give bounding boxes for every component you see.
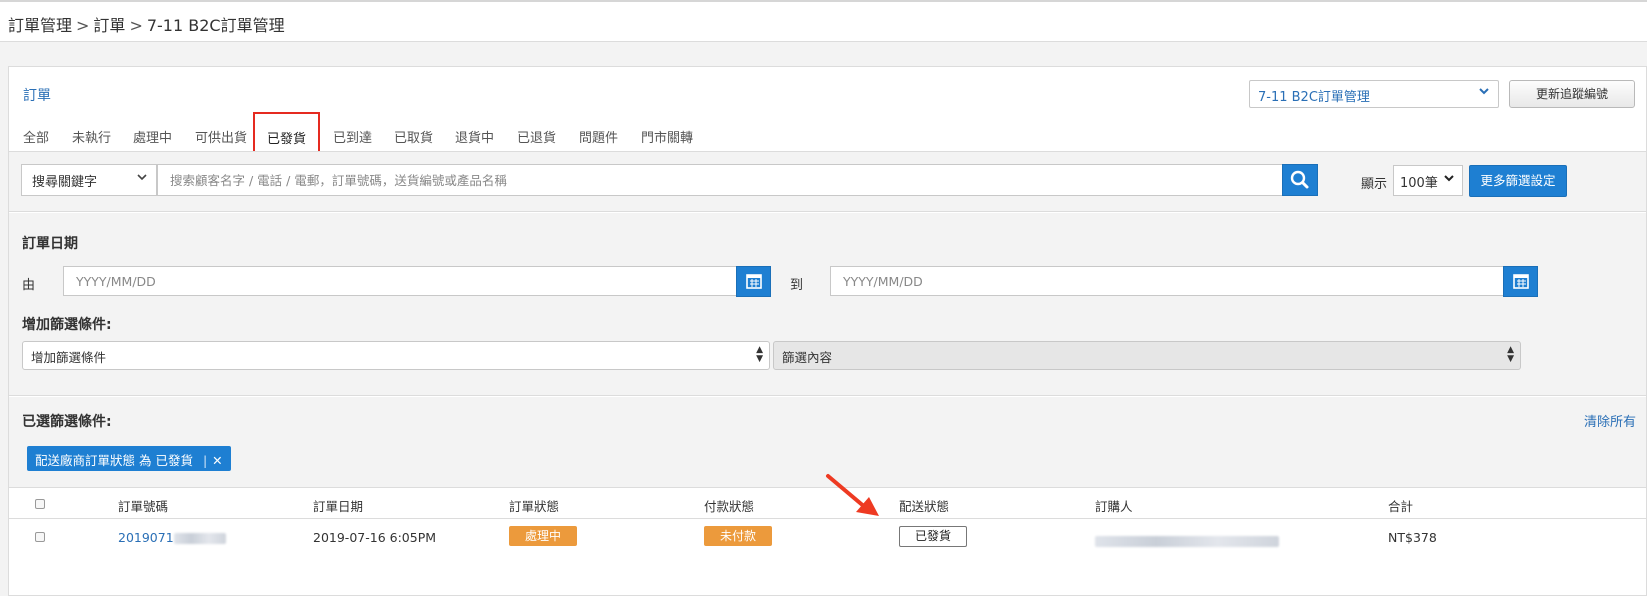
filter-condition-select[interactable]: 增加篩選條件 ▲ ▼ (22, 341, 770, 370)
chevron-down-icon (1478, 85, 1490, 100)
breadcrumb-item-orders[interactable]: 訂單 (93, 16, 125, 35)
search-bar: 搜尋關鍵字 顯示 100筆 更多篩選設定 (9, 152, 1646, 212)
keyword-type-select[interactable]: 搜尋關鍵字 (21, 164, 157, 196)
search-input[interactable] (157, 164, 1283, 196)
to-date-calendar-button[interactable] (1503, 266, 1538, 297)
breadcrumb-separator: > (129, 16, 143, 35)
red-arrow-annotation (826, 474, 879, 516)
chevron-down-icon (1443, 172, 1455, 187)
show-label: 顯示 (1361, 177, 1388, 192)
chosen-filters-title: 已選篩選條件: (22, 414, 112, 430)
filter-chip: 配送廠商訂單狀態 為 已發貨 | ✕ (27, 446, 231, 471)
breadcrumb: 訂單管理 > 訂單 >7-11 B2C訂單管理 (8, 12, 285, 36)
filter-chip-label: 配送廠商訂單狀態 為 已發貨 (35, 453, 193, 468)
tab-picked-up[interactable]: 已取貨 (394, 127, 433, 146)
header-order-status[interactable]: 訂單狀態 (509, 496, 559, 515)
order-type-value: 7-11 B2C訂單管理 (1258, 90, 1370, 105)
calendar-icon (1504, 274, 1537, 300)
order-status-badge: 處理中 (509, 526, 577, 546)
up-down-arrows-icon: ▲ ▼ (1507, 345, 1514, 364)
order-date: 2019-07-16 6:05PM (313, 530, 437, 545)
breadcrumb-separator: > (76, 16, 90, 35)
update-tracking-button[interactable]: 更新追蹤編號 (1509, 80, 1635, 108)
from-date-input[interactable] (63, 266, 737, 296)
tab-processing[interactable]: 處理中 (133, 127, 172, 146)
more-filters-button[interactable]: 更多篩選設定 (1469, 165, 1567, 197)
row-checkbox[interactable] (35, 532, 45, 542)
header-payment-status[interactable]: 付款狀態 (704, 496, 754, 515)
tab-returning[interactable]: 退貨中 (455, 127, 494, 146)
search-icon (1283, 170, 1317, 199)
order-number: 2019071 (118, 530, 174, 545)
header-order-number[interactable]: 訂單號碼 (118, 496, 168, 515)
filter-content-select[interactable]: 篩選內容 ▲ ▼ (773, 341, 1521, 370)
tab-problem[interactable]: 問題件 (579, 127, 618, 146)
tab-returned[interactable]: 已退貨 (517, 127, 556, 146)
filter-condition-value: 增加篩選條件 (31, 350, 107, 365)
tab-arrived[interactable]: 已到達 (333, 127, 372, 146)
top-bar: 訂單管理 > 訂單 >7-11 B2C訂單管理 (0, 0, 1647, 42)
search-button[interactable] (1282, 164, 1318, 196)
add-filter-title: 增加篩選條件: (22, 317, 112, 333)
keyword-type-value: 搜尋關鍵字 (32, 175, 98, 190)
delivery-status-badge: 已發貨 (899, 526, 967, 547)
page-size-value: 100筆 (1400, 176, 1438, 191)
filter-section: 訂單日期 由 到 增加篩選條件: 增加篩選條件 ▲▼ 篩選內容 ▲▼ (9, 213, 1646, 396)
header-delivery-status[interactable]: 配送狀態 (899, 496, 949, 515)
order-date-title: 訂單日期 (22, 236, 78, 252)
clear-all-link[interactable]: 清除所有 (1584, 411, 1636, 430)
tab-store-closed[interactable]: 門市關轉 (641, 127, 693, 146)
order-type-select[interactable]: 7-11 B2C訂單管理 (1249, 80, 1499, 108)
to-date-input[interactable] (830, 266, 1504, 296)
select-all-checkbox[interactable] (35, 499, 45, 509)
payment-status-badge: 未付款 (704, 526, 772, 546)
buyer-name-redacted (1095, 533, 1279, 548)
close-icon[interactable]: ✕ (212, 453, 222, 468)
filter-content-value: 篩選內容 (782, 350, 833, 365)
order-total: NT$378 (1388, 530, 1437, 545)
order-number-link[interactable]: 2019071 (118, 530, 226, 545)
chevron-down-icon (136, 171, 148, 186)
header-order-date[interactable]: 訂單日期 (313, 496, 363, 515)
breadcrumb-item-current: 7-11 B2C訂單管理 (146, 16, 285, 35)
page-size-select[interactable]: 100筆 (1393, 165, 1463, 196)
up-down-arrows-icon: ▲ ▼ (756, 345, 763, 364)
table-row: 2019071 2019-07-16 6:05PM 處理中 未付款 已發貨 NT… (9, 520, 1646, 556)
header-total[interactable]: 合計 (1388, 496, 1413, 515)
redacted-text (173, 533, 226, 544)
breadcrumb-item-order-management[interactable]: 訂單管理 (8, 16, 72, 35)
panel-title: 訂單 (23, 88, 51, 104)
to-label: 到 (790, 278, 804, 293)
calendar-icon (737, 274, 770, 300)
tab-ready-to-ship[interactable]: 可供出貨 (195, 127, 247, 146)
header-buyer[interactable]: 訂購人 (1095, 496, 1133, 515)
tab-all[interactable]: 全部 (23, 127, 49, 146)
from-date-calendar-button[interactable] (736, 266, 771, 297)
from-label: 由 (22, 278, 36, 293)
tab-not-executed[interactable]: 未執行 (72, 127, 111, 146)
status-tabs: 全部 未執行 處理中 可供出貨 已發貨 已到達 已取貨 退貨中 已退貨 問題件 … (9, 112, 1646, 162)
